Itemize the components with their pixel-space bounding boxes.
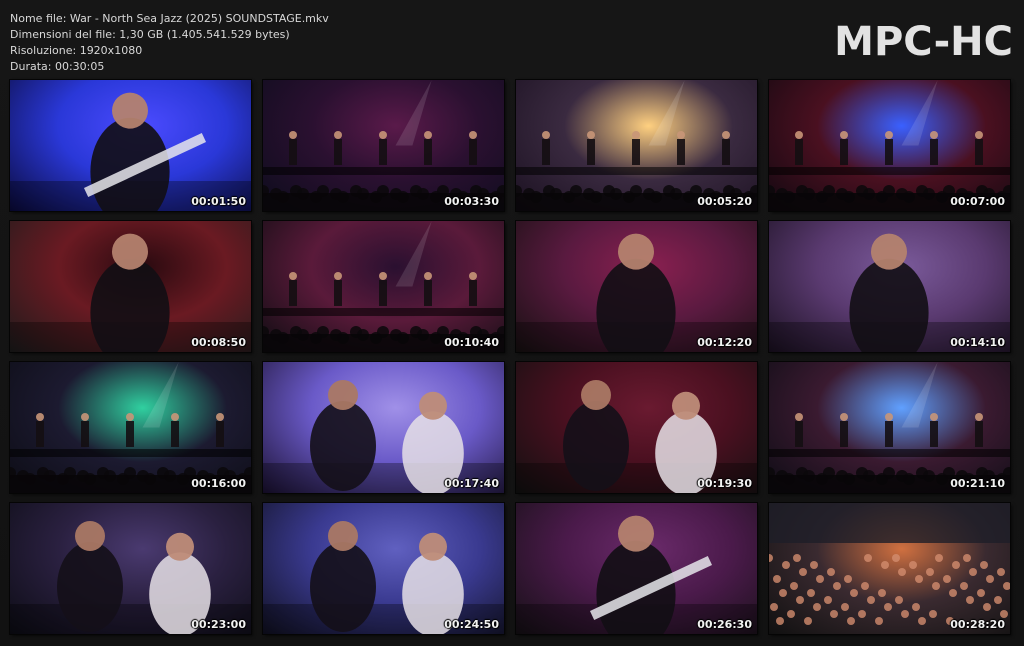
- video-thumbnail: 00:28:20: [768, 502, 1011, 635]
- video-thumbnail: 00:17:40: [262, 361, 505, 494]
- timestamp-label: 00:03:30: [444, 195, 499, 208]
- video-thumbnail: 00:23:00: [9, 502, 252, 635]
- thumbnail-sheet: Nome file: War - North Sea Jazz (2025) S…: [0, 0, 1024, 646]
- thumbnail-scene-art: [263, 80, 504, 211]
- video-thumbnail: 00:24:50: [262, 502, 505, 635]
- thumbnail-scene-art: [516, 515, 757, 634]
- file-name-line: Nome file: War - North Sea Jazz (2025) S…: [10, 12, 329, 25]
- thumbnail-scene-art: [769, 362, 1010, 493]
- thumbnail-scene-art: [516, 80, 757, 211]
- video-thumbnail: 00:07:00: [768, 79, 1011, 212]
- resolution-line: Risoluzione: 1920x1080: [10, 44, 143, 57]
- timestamp-label: 00:19:30: [697, 477, 752, 490]
- timestamp-label: 00:10:40: [444, 336, 499, 349]
- thumbnail-scene-art: [10, 233, 251, 352]
- timestamp-label: 00:24:50: [444, 618, 499, 631]
- video-thumbnail: 00:05:20: [515, 79, 758, 212]
- video-thumbnail: 00:01:50: [9, 79, 252, 212]
- video-thumbnail: 00:26:30: [515, 502, 758, 635]
- video-thumbnail: 00:14:10: [768, 220, 1011, 353]
- timestamp-label: 00:23:00: [191, 618, 246, 631]
- timestamp-label: 00:08:50: [191, 336, 246, 349]
- thumbnail-scene-art: [769, 503, 1010, 625]
- duration-line: Durata: 00:30:05: [10, 60, 105, 73]
- video-thumbnail: 00:21:10: [768, 361, 1011, 494]
- video-thumbnail: 00:03:30: [262, 79, 505, 212]
- thumbnail-scene-art: [263, 380, 504, 493]
- thumbnail-scene-art: [263, 521, 504, 634]
- timestamp-label: 00:12:20: [697, 336, 752, 349]
- video-thumbnail: 00:08:50: [9, 220, 252, 353]
- thumbnail-scene-art: [516, 233, 757, 352]
- file-size-line: Dimensioni del file: 1,30 GB (1.405.541.…: [10, 28, 290, 41]
- video-thumbnail: 00:16:00: [9, 361, 252, 494]
- timestamp-label: 00:16:00: [191, 477, 246, 490]
- video-thumbnail: 00:10:40: [262, 220, 505, 353]
- thumbnail-scene-art: [769, 80, 1010, 211]
- file-info-block: Nome file: War - North Sea Jazz (2025) S…: [10, 11, 329, 75]
- thumbnail-scene-art: [769, 233, 1010, 352]
- timestamp-label: 00:28:20: [950, 618, 1005, 631]
- timestamp-label: 00:21:10: [950, 477, 1005, 490]
- timestamp-label: 00:01:50: [191, 195, 246, 208]
- timestamp-label: 00:26:30: [697, 618, 752, 631]
- thumbnail-scene-art: [10, 362, 251, 493]
- timestamp-label: 00:14:10: [950, 336, 1005, 349]
- thumbnail-scene-art: [263, 221, 504, 352]
- timestamp-label: 00:17:40: [444, 477, 499, 490]
- video-thumbnail: 00:12:20: [515, 220, 758, 353]
- thumbnail-scene-art: [10, 521, 251, 634]
- thumbnail-scene-art: [10, 92, 251, 211]
- timestamp-label: 00:05:20: [697, 195, 752, 208]
- thumbnail-scene-art: [516, 380, 757, 493]
- video-thumbnail: 00:19:30: [515, 361, 758, 494]
- timestamp-label: 00:07:00: [950, 195, 1005, 208]
- mpc-hc-logo: MPC-HC: [834, 19, 1013, 65]
